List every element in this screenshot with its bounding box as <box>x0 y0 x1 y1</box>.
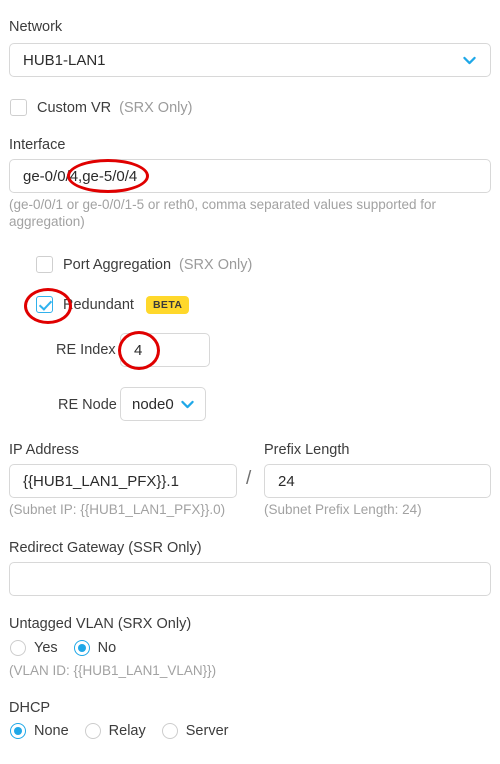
untagged-vlan-label: Untagged VLAN (SRX Only) <box>9 616 191 632</box>
untagged-vlan-note: (SRX Only) <box>117 616 192 632</box>
redirect-gateway-label-text: Redirect Gateway <box>9 540 125 556</box>
interface-hint: (ge-0/0/1 or ge-0/0/1-5 or reth0, comma … <box>9 197 436 229</box>
network-select[interactable]: HUB1-LAN1 <box>9 43 491 77</box>
radio-none[interactable] <box>10 723 26 739</box>
re-index-label-text: RE Index <box>56 342 116 358</box>
ip-prefix-separator: / <box>246 468 252 489</box>
custom-vr-note: (SRX Only) <box>119 99 193 116</box>
dhcp-option-relay[interactable]: Relay <box>84 723 146 739</box>
radio-yes[interactable] <box>10 640 26 656</box>
redundant-checkbox[interactable] <box>36 296 53 314</box>
prefix-length-input-value: 24 <box>278 472 295 490</box>
radio-none-label: None <box>34 723 69 739</box>
untagged-vlan-radio-group[interactable]: Yes No <box>10 640 132 656</box>
radio-no-label: No <box>97 640 117 656</box>
untagged-vlan-hint: (VLAN ID: {{HUB1_LAN1_VLAN}}) <box>9 663 217 678</box>
interface-settings-form: Network HUB1-LAN1 Custom VR (SRX Only) I… <box>0 0 500 764</box>
interface-label: Interface <box>9 137 65 153</box>
beta-badge: BETA <box>145 296 190 314</box>
re-index-label: RE Index <box>56 342 116 358</box>
ip-address-label: IP Address <box>9 442 79 458</box>
untagged-vlan-label-text: Untagged VLAN <box>9 616 114 632</box>
redundant-checkbox-row[interactable]: Redundant BETA <box>36 296 190 314</box>
dhcp-label-text: DHCP <box>9 700 51 716</box>
ip-address-hint: (Subnet IP: {{HUB1_LAN1_PFX}}.0) <box>9 502 226 517</box>
interface-input-value: ge-0/0/4,ge-5/0/4 <box>23 167 138 185</box>
re-index-input[interactable]: 4 <box>120 333 210 367</box>
re-node-select[interactable]: node0 <box>120 387 206 421</box>
radio-relay[interactable] <box>84 723 101 739</box>
redirect-gateway-note: (SSR Only) <box>128 540 202 556</box>
re-node-label: RE Node <box>58 397 117 413</box>
dhcp-radio-group[interactable]: None Relay Server <box>10 723 244 739</box>
untagged-vlan-option-yes[interactable]: Yes <box>10 640 58 656</box>
port-aggregation-checkbox-row[interactable]: Port Aggregation (SRX Only) <box>36 256 252 273</box>
custom-vr-checkbox-row[interactable]: Custom VR (SRX Only) <box>10 99 192 116</box>
port-aggregation-label: Port Aggregation <box>63 256 172 273</box>
prefix-length-label: Prefix Length <box>264 442 349 458</box>
network-label-text: Network <box>9 19 63 35</box>
prefix-length-input[interactable]: 24 <box>264 464 491 498</box>
network-label: Network <box>9 19 62 35</box>
dhcp-label: DHCP <box>9 700 50 716</box>
ip-address-input[interactable]: {{HUB1_LAN1_PFX}}.1 <box>9 464 237 498</box>
network-select-value: HUB1-LAN1 <box>23 51 106 69</box>
re-node-select-value: node0 <box>132 395 174 413</box>
dhcp-option-none[interactable]: None <box>10 723 69 739</box>
dhcp-option-server[interactable]: Server <box>161 723 229 739</box>
redirect-gateway-input[interactable] <box>9 562 491 596</box>
re-index-input-value: 4 <box>134 341 143 359</box>
prefix-length-label-text: Prefix Length <box>264 442 350 458</box>
chevron-down-icon <box>463 56 476 64</box>
redirect-gateway-label: Redirect Gateway (SSR Only) <box>9 540 202 556</box>
radio-server-label: Server <box>185 723 229 739</box>
untagged-vlan-option-no[interactable]: No <box>73 640 117 656</box>
re-node-label-text: RE Node <box>58 397 117 413</box>
port-aggregation-note: (SRX Only) <box>179 256 253 273</box>
custom-vr-checkbox[interactable] <box>10 99 27 116</box>
radio-no[interactable] <box>73 640 90 656</box>
redundant-label: Redundant <box>63 296 134 313</box>
ip-address-label-text: IP Address <box>9 442 79 458</box>
port-aggregation-checkbox[interactable] <box>36 256 53 273</box>
ip-address-input-value: {{HUB1_LAN1_PFX}}.1 <box>23 472 179 490</box>
custom-vr-label: Custom VR <box>37 99 112 116</box>
prefix-length-hint: (Subnet Prefix Length: 24) <box>264 502 422 517</box>
radio-relay-label: Relay <box>108 723 146 739</box>
radio-server[interactable] <box>161 723 178 739</box>
interface-label-text: Interface <box>9 137 66 153</box>
interface-input[interactable]: ge-0/0/4,ge-5/0/4 <box>9 159 491 193</box>
chevron-down-icon <box>181 400 194 408</box>
radio-yes-label: Yes <box>34 640 58 656</box>
